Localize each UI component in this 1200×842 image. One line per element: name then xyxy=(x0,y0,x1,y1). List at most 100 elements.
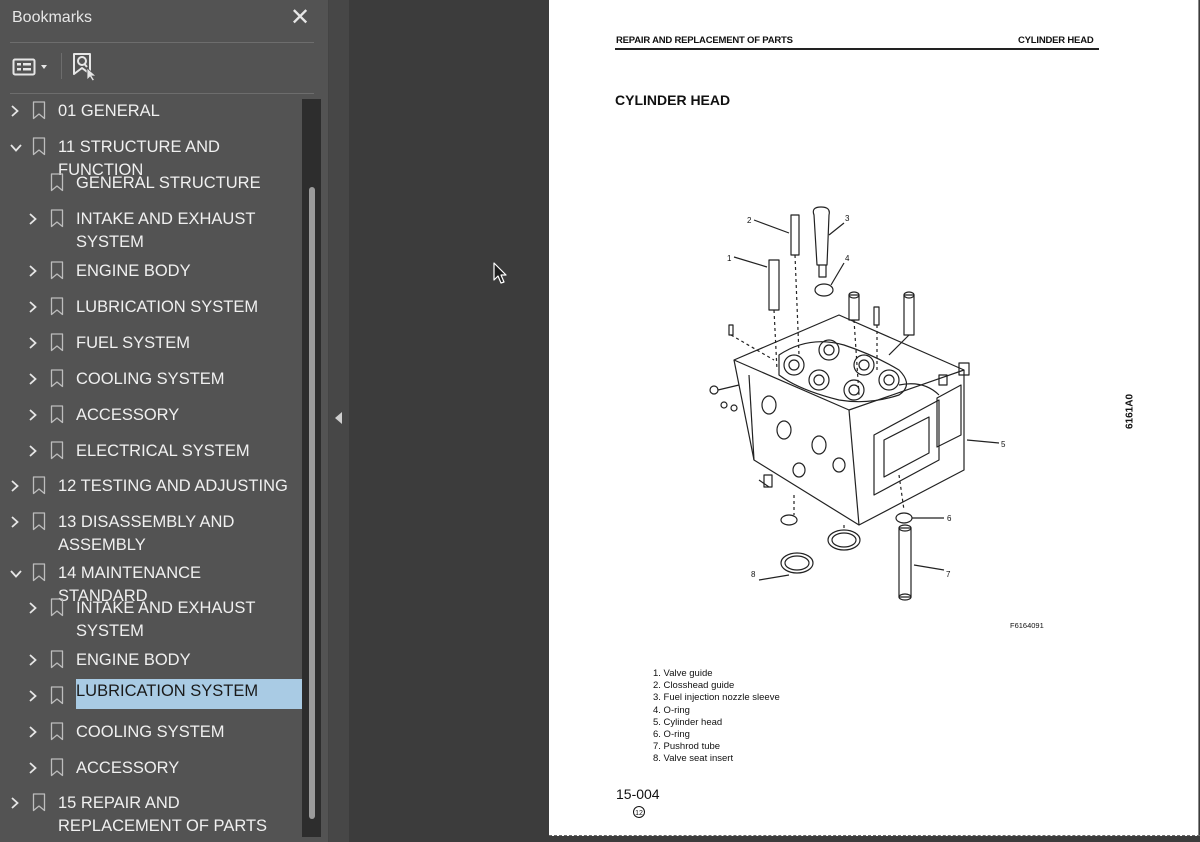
bookmark-icon xyxy=(50,333,64,352)
bookmark-item[interactable]: ACCESSORY xyxy=(0,398,302,434)
bookmark-icon xyxy=(50,261,64,280)
bookmark-label: ELECTRICAL SYSTEM xyxy=(76,442,250,460)
legend-item: 2. Closshead guide xyxy=(653,680,735,692)
callout-1: 1 xyxy=(727,254,732,263)
bookmark-item[interactable]: GENERAL STRUCTURE xyxy=(0,166,302,202)
header-rule xyxy=(615,48,1099,50)
callout-2: 2 xyxy=(747,216,752,225)
bookmark-icon xyxy=(32,793,46,812)
cylinder-head-exploded-diagram: 1 2 3 4 5 6 7 8 xyxy=(709,206,1006,601)
legend-item: 7. Pushrod tube xyxy=(653,741,721,753)
chevron-right-icon[interactable] xyxy=(28,408,38,421)
find-bookmark-button[interactable] xyxy=(70,52,98,82)
bookmark-icon xyxy=(32,101,46,120)
bookmark-item[interactable]: INTAKE AND EXHAUST SYSTEM xyxy=(0,202,302,254)
bookmark-icon xyxy=(50,297,64,316)
chevron-right-icon[interactable] xyxy=(28,689,38,702)
bookmark-tree: 01 GENERAL 11 STRUCTURE AND FUNCTION GENER… xyxy=(0,94,302,842)
bookmark-label: ACCESSORY xyxy=(76,759,180,777)
chevron-right-icon[interactable] xyxy=(10,515,20,528)
bookmark-label: GENERAL STRUCTURE xyxy=(76,174,261,192)
bookmark-item[interactable]: LUBRICATION SYSTEM xyxy=(0,290,302,326)
revision-mark: 12 xyxy=(633,806,645,818)
collapse-panel-handle[interactable] xyxy=(329,0,349,842)
bookmark-icon xyxy=(50,758,64,777)
chevron-down-icon[interactable] xyxy=(10,566,22,578)
bookmark-item[interactable]: 14 MAINTENANCE STANDARD xyxy=(0,556,302,605)
chevron-right-icon[interactable] xyxy=(28,336,38,349)
legend-item: 3. Fuel injection nozzle sleeve xyxy=(653,692,780,704)
legend-item: 4. O-ring xyxy=(653,704,690,716)
chevron-right-icon[interactable] xyxy=(28,725,38,738)
bookmark-label: ENGINE BODY xyxy=(76,262,191,280)
bookmark-label: INTAKE AND EXHAUST SYSTEM xyxy=(76,210,256,251)
chevron-right-icon[interactable] xyxy=(28,212,38,225)
figure-code: F6164091 xyxy=(1010,621,1044,630)
bookmark-item[interactable]: INTAKE AND EXHAUST SYSTEM xyxy=(0,591,302,643)
bookmark-icon xyxy=(32,476,46,495)
chevron-right-icon[interactable] xyxy=(28,300,38,313)
bookmark-item[interactable]: 01 GENERAL xyxy=(0,94,302,130)
bookmark-label: LUBRICATION SYSTEM xyxy=(76,679,302,709)
bookmark-icon xyxy=(50,369,64,388)
bookmark-item[interactable]: 13 DISASSEMBLY AND ASSEMBLY xyxy=(0,505,302,557)
chevron-right-icon[interactable] xyxy=(10,104,20,117)
callout-8: 8 xyxy=(751,570,756,579)
bookmark-item[interactable]: ENGINE BODY xyxy=(0,254,302,290)
bookmark-item[interactable]: ACCESSORY xyxy=(0,751,302,787)
toolbar-separator xyxy=(61,53,62,79)
bookmark-item[interactable]: 12 TESTING AND ADJUSTING xyxy=(0,469,302,505)
chevron-right-icon[interactable] xyxy=(28,601,38,614)
bookmark-label: INTAKE AND EXHAUST SYSTEM xyxy=(76,599,256,640)
bookmark-label: 13 DISASSEMBLY AND ASSEMBLY xyxy=(58,513,235,554)
chevron-right-icon[interactable] xyxy=(28,372,38,385)
figure-side-code: 6161A0 xyxy=(1124,393,1136,430)
parts-legend: 1. Valve guide 2. Closshead guide 3. Fue… xyxy=(653,668,780,766)
bookmark-icon xyxy=(50,598,64,617)
bookmark-item[interactable]: COOLING SYSTEM xyxy=(0,362,302,398)
bookmark-icon xyxy=(50,686,64,705)
bookmark-icon xyxy=(50,405,64,424)
chevron-right-icon[interactable] xyxy=(28,264,38,277)
chevron-right-icon[interactable] xyxy=(10,796,20,809)
bookmark-label: ENGINE BODY xyxy=(76,651,191,669)
bookmark-label: 15 REPAIR AND REPLACEMENT OF PARTS xyxy=(58,794,268,835)
legend-item: 1. Valve guide xyxy=(653,668,713,679)
options-menu-button[interactable] xyxy=(12,56,52,78)
chevron-right-icon[interactable] xyxy=(28,761,38,774)
chevron-right-icon[interactable] xyxy=(28,444,38,457)
bookmark-icon xyxy=(50,209,64,228)
chevron-right-icon[interactable] xyxy=(28,653,38,666)
document-page: REPAIR AND REPLACEMENT OF PARTS CYLINDER… xyxy=(549,0,1199,836)
bookmark-item[interactable]: ELECTRICAL SYSTEM xyxy=(0,434,302,470)
legend-item: 8. Valve seat insert xyxy=(653,753,734,765)
triangle-left-icon xyxy=(335,412,342,424)
bookmark-label: 12 TESTING AND ADJUSTING xyxy=(58,477,288,495)
bookmarks-panel: Bookmarks ✕ 01 GENERAL 11 STRUCTURE AND … xyxy=(0,0,329,842)
bookmark-item[interactable]: 15 REPAIR AND REPLACEMENT OF PARTS xyxy=(0,786,302,838)
callout-4: 4 xyxy=(845,254,850,263)
bookmark-icon xyxy=(50,441,64,460)
scrollbar-thumb[interactable] xyxy=(309,187,315,819)
bookmark-item[interactable]: FUEL SYSTEM xyxy=(0,326,302,362)
callout-3: 3 xyxy=(845,214,850,223)
bookmark-label: 01 GENERAL xyxy=(58,102,160,120)
bookmark-icon xyxy=(50,722,64,741)
bookmark-label: COOLING SYSTEM xyxy=(76,723,225,741)
bookmark-icon xyxy=(32,512,46,531)
page-number: 15-004 xyxy=(616,786,660,802)
callout-5: 5 xyxy=(1001,440,1006,449)
bookmark-item[interactable]: ENGINE BODY xyxy=(0,643,302,679)
legend-item: 6. O-ring xyxy=(653,729,690,741)
chevron-right-icon[interactable] xyxy=(10,479,20,492)
options-menu-icon xyxy=(12,58,47,76)
page-title: CYLINDER HEAD xyxy=(615,92,731,108)
mouse-cursor-icon xyxy=(493,262,507,284)
callout-6: 6 xyxy=(947,514,952,523)
page-header-topic: CYLINDER HEAD xyxy=(1018,35,1094,46)
bookmark-label: COOLING SYSTEM xyxy=(76,370,225,388)
close-panel-button[interactable]: ✕ xyxy=(286,4,314,32)
bookmark-item[interactable]: COOLING SYSTEM xyxy=(0,715,302,751)
bookmark-item[interactable]: LUBRICATION SYSTEM xyxy=(0,679,302,715)
chevron-down-icon[interactable] xyxy=(10,140,22,152)
